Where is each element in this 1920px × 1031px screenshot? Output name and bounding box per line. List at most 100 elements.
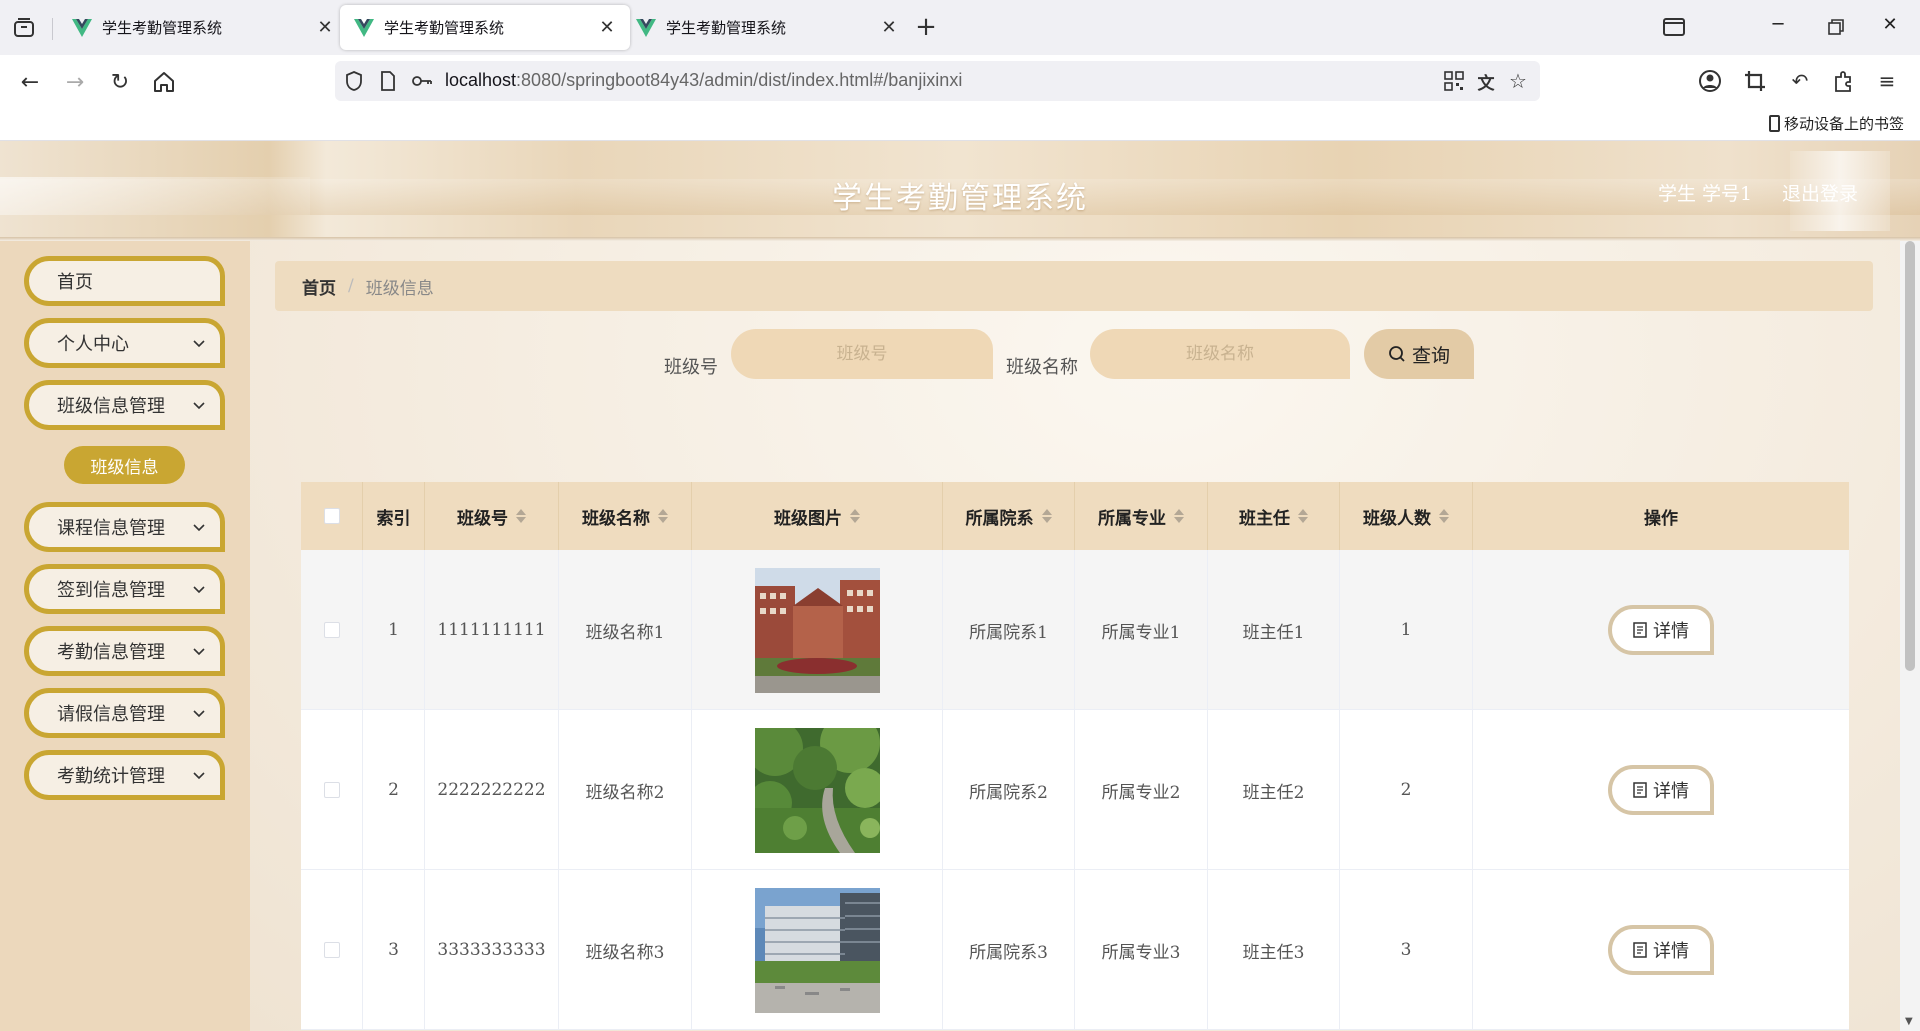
browser-tab-bar: 学生考勤管理系统 ✕ 学生考勤管理系统 ✕ 学生考勤管理系统 ✕ + ─ ✕: [0, 0, 1920, 55]
cell-count: 3: [1340, 870, 1473, 1030]
account-icon[interactable]: [1697, 68, 1723, 94]
close-icon[interactable]: ✕: [880, 17, 898, 38]
menu-icon[interactable]: ≡: [1874, 68, 1900, 94]
column-header-count[interactable]: 班级人数: [1340, 482, 1473, 550]
sidebar: 首页 个人中心 班级信息管理 班级信息 课程信息管理 签到信息管理 考勤信息管理…: [0, 241, 250, 1031]
row-checkbox[interactable]: [323, 622, 340, 638]
sidebar-item-personal-center[interactable]: 个人中心: [24, 318, 225, 368]
sort-icon[interactable]: [1174, 508, 1184, 524]
logout-link[interactable]: 退出登录: [1782, 179, 1858, 206]
main-content: 首页 / 班级信息 班级号 班级名称 查询 索引 班级号 班级名称 班级图片 所…: [250, 241, 1900, 1031]
sort-icon[interactable]: [850, 508, 860, 524]
sidebar-item-label: 课程信息管理: [57, 518, 165, 539]
qr-code-icon[interactable]: [1443, 70, 1465, 92]
cell-teacher: 班主任3: [1208, 870, 1340, 1030]
sidebar-item-signin-management[interactable]: 签到信息管理: [24, 564, 225, 614]
chevron-down-icon: [193, 648, 205, 656]
tab-overview-icon[interactable]: [1662, 18, 1686, 36]
page-icon[interactable]: [377, 70, 399, 92]
column-header-teacher[interactable]: 班主任: [1208, 482, 1340, 550]
sort-icon[interactable]: [658, 508, 668, 524]
sort-icon[interactable]: [1298, 508, 1308, 524]
table-row: 1 1111111111 班级名称1 所属院系1 所属专业1 班主任1 1 详情: [301, 550, 1849, 710]
search-button-label: 查询: [1411, 344, 1450, 367]
breadcrumb-home[interactable]: 首页: [302, 274, 336, 299]
cell-department: 所属院系3: [943, 870, 1075, 1030]
page-scrollbar[interactable]: ▼: [1900, 241, 1920, 1031]
reload-icon[interactable]: ↻: [106, 68, 134, 96]
restore-icon[interactable]: [1824, 19, 1848, 35]
cell-teacher: 班主任2: [1208, 710, 1340, 870]
sidebar-item-attendance-management[interactable]: 考勤信息管理: [24, 626, 225, 676]
extensions-icon[interactable]: [1831, 68, 1857, 94]
tab-title: 学生考勤管理系统: [384, 19, 505, 37]
url-text[interactable]: localhost:8080/springboot84y43/admin/dis…: [445, 70, 962, 91]
forward-arrow-icon[interactable]: →: [61, 68, 89, 96]
browser-tab-1[interactable]: 学生考勤管理系统 ✕: [58, 5, 348, 50]
cell-department: 所属院系1: [943, 550, 1075, 710]
select-all-checkbox[interactable]: [323, 508, 340, 524]
crop-icon[interactable]: [1742, 68, 1768, 94]
window-close-icon[interactable]: ✕: [1878, 14, 1902, 35]
mobile-bookmarks[interactable]: 移动设备上的书签: [1768, 113, 1904, 134]
cell-major: 所属专业1: [1075, 550, 1208, 710]
class-no-label: 班级号: [664, 357, 718, 378]
row-checkbox[interactable]: [323, 782, 340, 798]
cell-major: 所属专业3: [1075, 870, 1208, 1030]
class-name-input[interactable]: [1090, 329, 1350, 379]
campus-building-photo[interactable]: [754, 567, 880, 693]
cell-teacher: 班主任1: [1208, 550, 1340, 710]
chevron-down-icon: [193, 586, 205, 594]
sidebar-item-home[interactable]: 首页: [24, 256, 225, 306]
browser-tab-3[interactable]: 学生考勤管理系统 ✕: [622, 5, 912, 50]
browser-tab-2[interactable]: 学生考勤管理系统 ✕: [340, 5, 630, 50]
sort-icon[interactable]: [1041, 508, 1052, 524]
new-tab-button[interactable]: +: [912, 12, 940, 42]
column-header-department[interactable]: 所属院系: [943, 482, 1075, 550]
table-row: 3 3333333333 班级名称3 所属院系3 所属专业3 班主任3 3 详情: [301, 870, 1849, 1030]
column-header-major[interactable]: 所属专业: [1075, 482, 1208, 550]
close-icon[interactable]: ✕: [598, 17, 616, 38]
detail-button[interactable]: 详情: [1608, 605, 1714, 655]
sort-icon[interactable]: [516, 508, 526, 524]
cell-actions: 详情: [1473, 870, 1849, 1030]
translate-icon[interactable]: 文: [1475, 70, 1497, 94]
sidebar-item-label: 请假信息管理: [57, 704, 165, 725]
bookmark-star-icon[interactable]: ☆: [1507, 69, 1529, 93]
shield-icon[interactable]: [343, 70, 365, 92]
chevron-down-icon: [193, 524, 205, 532]
sidebar-item-class-management[interactable]: 班级信息管理: [24, 380, 225, 430]
sort-icon[interactable]: [1439, 508, 1449, 524]
scrollbar-thumb[interactable]: [1905, 241, 1915, 671]
campus-modern-building-photo[interactable]: [754, 887, 880, 1013]
undo-icon[interactable]: ↶: [1787, 68, 1813, 94]
cell-class-name: 班级名称2: [559, 710, 692, 870]
sidebar-item-label: 考勤统计管理: [57, 766, 165, 787]
sidebar-item-statistics-management[interactable]: 考勤统计管理: [24, 750, 225, 800]
minimize-icon[interactable]: ─: [1766, 14, 1790, 35]
sidebar-subitem-class-info[interactable]: 班级信息: [64, 446, 185, 484]
key-icon[interactable]: [411, 70, 433, 92]
column-header-class-photo[interactable]: 班级图片: [692, 482, 943, 550]
row-checkbox[interactable]: [323, 942, 340, 958]
address-bar[interactable]: localhost:8080/springboot84y43/admin/dis…: [335, 61, 1540, 101]
list-all-tabs-icon[interactable]: [12, 16, 38, 40]
cell-class-no: 2222222222: [425, 710, 559, 870]
scroll-down-icon[interactable]: ▼: [1905, 1016, 1913, 1027]
back-arrow-icon[interactable]: ←: [16, 68, 44, 96]
sidebar-item-course-management[interactable]: 课程信息管理: [24, 502, 225, 552]
sidebar-item-label: 个人中心: [57, 334, 129, 355]
column-header-class-no[interactable]: 班级号: [425, 482, 559, 550]
detail-button[interactable]: 详情: [1608, 765, 1714, 815]
home-icon[interactable]: [150, 68, 178, 96]
search-button[interactable]: 查询: [1364, 329, 1474, 379]
close-icon[interactable]: ✕: [316, 17, 334, 38]
chevron-down-icon: [193, 340, 205, 348]
cell-class-photo: [692, 550, 943, 710]
sidebar-item-leave-management[interactable]: 请假信息管理: [24, 688, 225, 738]
column-header-class-name[interactable]: 班级名称: [559, 482, 692, 550]
campus-garden-path-photo[interactable]: [754, 727, 880, 853]
detail-button[interactable]: 详情: [1608, 925, 1714, 975]
bookmarks-toolbar: 移动设备上的书签: [0, 107, 1920, 141]
class-no-input[interactable]: [731, 329, 993, 379]
